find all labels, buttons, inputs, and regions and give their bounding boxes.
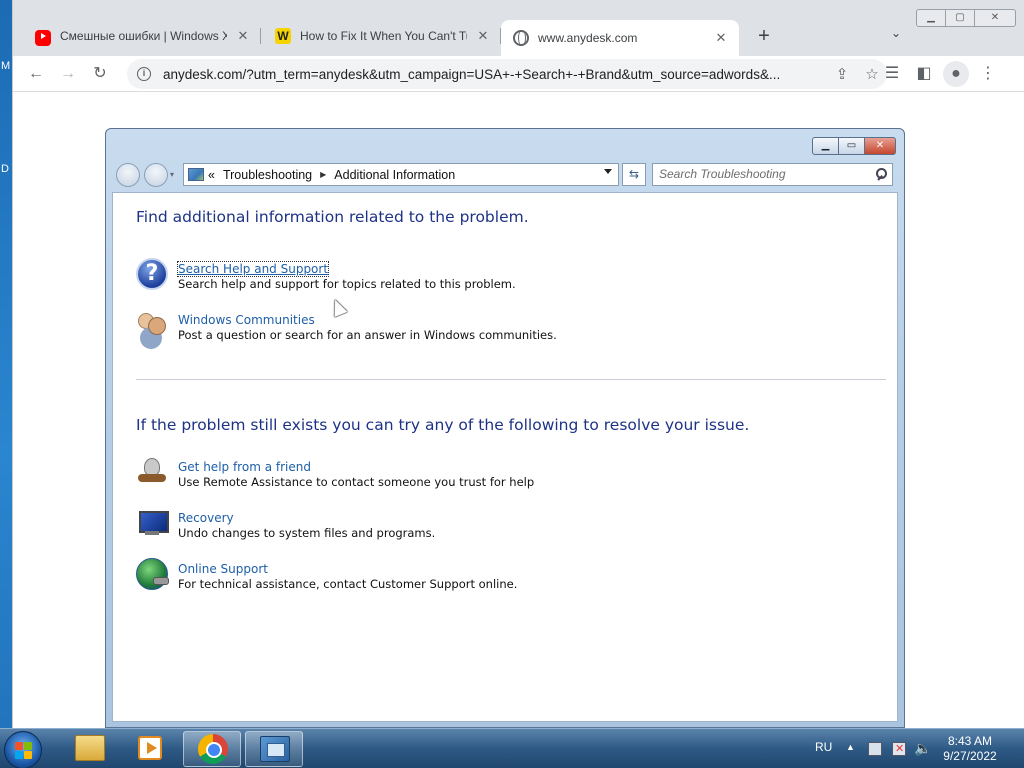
show-hidden-icons-arrow-icon[interactable]: ▲ [846, 742, 855, 752]
browser-window: Смешные ошибки | Windows XP ✕ W How to F… [12, 0, 1024, 728]
close-button[interactable]: ✕ [974, 9, 1016, 27]
troubleshooting-window: ▁ ▭ ✕ ▾ « Troubleshooting ▶ Additional I… [105, 128, 905, 728]
breadcrumb-separator-icon[interactable]: ▶ [320, 170, 326, 179]
get-help-friend-link[interactable]: Get help from a friend [178, 460, 311, 474]
item-description: Use Remote Assistance to contact someone… [178, 475, 535, 489]
start-button[interactable] [4, 731, 42, 768]
close-icon[interactable]: ✕ [475, 28, 491, 44]
tab-strip: Смешные ошибки | Windows XP ✕ W How to F… [13, 0, 1024, 56]
taskbar-media-player[interactable] [120, 731, 178, 767]
breadcrumb-overflow[interactable]: « [208, 168, 215, 182]
share-icon[interactable]: ⇪ [827, 65, 857, 83]
refresh-button[interactable]: ⇆ [622, 163, 646, 186]
system-clock[interactable]: 8:43 AM 9/27/2022 [930, 734, 1010, 764]
windows-logo-icon [15, 742, 33, 760]
minimize-button[interactable]: ▁ [916, 9, 946, 27]
remote-assistance-icon [136, 456, 168, 488]
w-icon: W [275, 28, 291, 44]
maximize-button[interactable]: ▭ [838, 137, 865, 155]
tab-title: How to Fix It When You Can't Turn [300, 29, 467, 43]
address-dropdown-icon[interactable] [604, 169, 612, 174]
forward-nav-button[interactable] [144, 163, 168, 187]
taskbar-troubleshooting[interactable] [245, 731, 303, 767]
tab-how-to-fix[interactable]: W How to Fix It When You Can't Turn ✕ [263, 20, 501, 52]
item-description: For technical assistance, contact Custom… [178, 577, 518, 591]
heading-still-exists: If the problem still exists you can try … [136, 416, 750, 434]
online-support-link[interactable]: Online Support [178, 562, 268, 576]
search-placeholder: Search Troubleshooting [659, 167, 786, 181]
taskbar: RU ▲ ✕ 🔈 8:43 AM 9/27/2022 [0, 728, 1024, 768]
back-nav-button[interactable] [116, 163, 140, 187]
browser-window-controls: ▁ ▢ ✕ [916, 9, 1016, 27]
recovery-link[interactable]: Recovery [178, 511, 234, 525]
community-people-icon [136, 309, 168, 341]
search-input[interactable]: Search Troubleshooting [652, 163, 893, 186]
item-recovery: Recovery Undo changes to system files an… [136, 507, 836, 543]
language-indicator[interactable]: RU [815, 740, 832, 754]
item-search-help: ? Search Help and Support Search help an… [136, 258, 836, 294]
breadcrumb-additional-info[interactable]: Additional Information [334, 168, 455, 182]
section-divider [136, 379, 886, 380]
recent-pages-dropdown[interactable]: ▾ [170, 163, 180, 187]
search-icon[interactable] [876, 168, 887, 179]
close-icon[interactable]: ✕ [713, 30, 729, 46]
globe-icon [513, 30, 529, 46]
tab-title: www.anydesk.com [538, 31, 638, 45]
explorer-address-bar[interactable]: « Troubleshooting ▶ Additional Informati… [183, 163, 619, 186]
clock-time: 8:43 AM [947, 734, 993, 748]
item-get-help-friend: Get help from a friend Use Remote Assist… [136, 456, 836, 492]
action-center-flag-icon[interactable] [868, 742, 882, 756]
menu-kebab-icon[interactable]: ⋮ [975, 61, 1001, 87]
address-url[interactable]: anydesk.com/?utm_term=anydesk&utm_campai… [163, 67, 827, 82]
forward-icon[interactable]: → [55, 61, 81, 87]
new-tab-button[interactable]: + [751, 24, 777, 50]
close-icon[interactable]: ✕ [235, 28, 251, 44]
profile-icon[interactable]: ● [943, 61, 969, 87]
clock-date: 9/27/2022 [943, 749, 997, 763]
content-pane: Find additional information related to t… [112, 192, 898, 722]
back-icon[interactable]: ← [23, 61, 49, 87]
address-bar[interactable]: i anydesk.com/?utm_term=anydesk&utm_camp… [127, 59, 887, 89]
windows-communities-link[interactable]: Windows Communities [178, 313, 315, 327]
youtube-icon [35, 30, 51, 46]
item-description: Undo changes to system files and program… [178, 526, 436, 540]
item-description: Search help and support for topics relat… [178, 277, 516, 291]
recovery-monitor-icon [136, 507, 169, 539]
side-panel-icon[interactable]: ◧ [911, 61, 937, 87]
taskbar-explorer[interactable] [60, 731, 118, 767]
reading-list-icon[interactable]: ☰ [879, 61, 905, 87]
item-online-support: Online Support For technical assistance,… [136, 558, 836, 594]
window-caption-buttons: ▁ ▭ ✕ [812, 137, 896, 155]
tab-search-icon[interactable]: ⌄ [885, 26, 907, 48]
minimize-button[interactable]: ▁ [812, 137, 839, 155]
maximize-button[interactable]: ▢ [945, 9, 975, 27]
folder-icon [75, 735, 105, 761]
site-info-icon[interactable]: i [137, 67, 151, 81]
heading-additional-info: Find additional information related to t… [136, 208, 529, 226]
tab-title: Смешные ошибки | Windows XP [60, 29, 227, 43]
tab-anydesk[interactable]: www.anydesk.com ✕ [501, 20, 739, 56]
volume-icon[interactable]: 🔈 [914, 740, 931, 757]
search-help-link[interactable]: Search Help and Support [176, 261, 330, 277]
taskbar-chrome[interactable] [183, 731, 241, 767]
desktop-icon-fragment: D [1, 163, 9, 175]
item-windows-communities: Windows Communities Post a question or s… [136, 309, 836, 345]
reload-icon[interactable]: ↻ [87, 61, 113, 87]
breadcrumb-troubleshooting[interactable]: Troubleshooting [223, 168, 312, 182]
close-button[interactable]: ✕ [864, 137, 896, 155]
control-panel-icon [260, 736, 290, 762]
network-error-icon: ✕ [895, 743, 905, 755]
help-question-icon: ? [136, 258, 168, 290]
desktop-icon-fragment: M [1, 60, 11, 72]
tab-youtube[interactable]: Смешные ошибки | Windows XP ✕ [23, 20, 261, 52]
online-support-globe-icon [136, 558, 169, 590]
item-description: Post a question or search for an answer … [178, 328, 557, 342]
browser-toolbar: ← → ↻ i anydesk.com/?utm_term=anydesk&ut… [13, 56, 1024, 92]
control-panel-icon [188, 168, 204, 181]
media-player-icon [138, 736, 162, 760]
chrome-icon [198, 734, 228, 764]
